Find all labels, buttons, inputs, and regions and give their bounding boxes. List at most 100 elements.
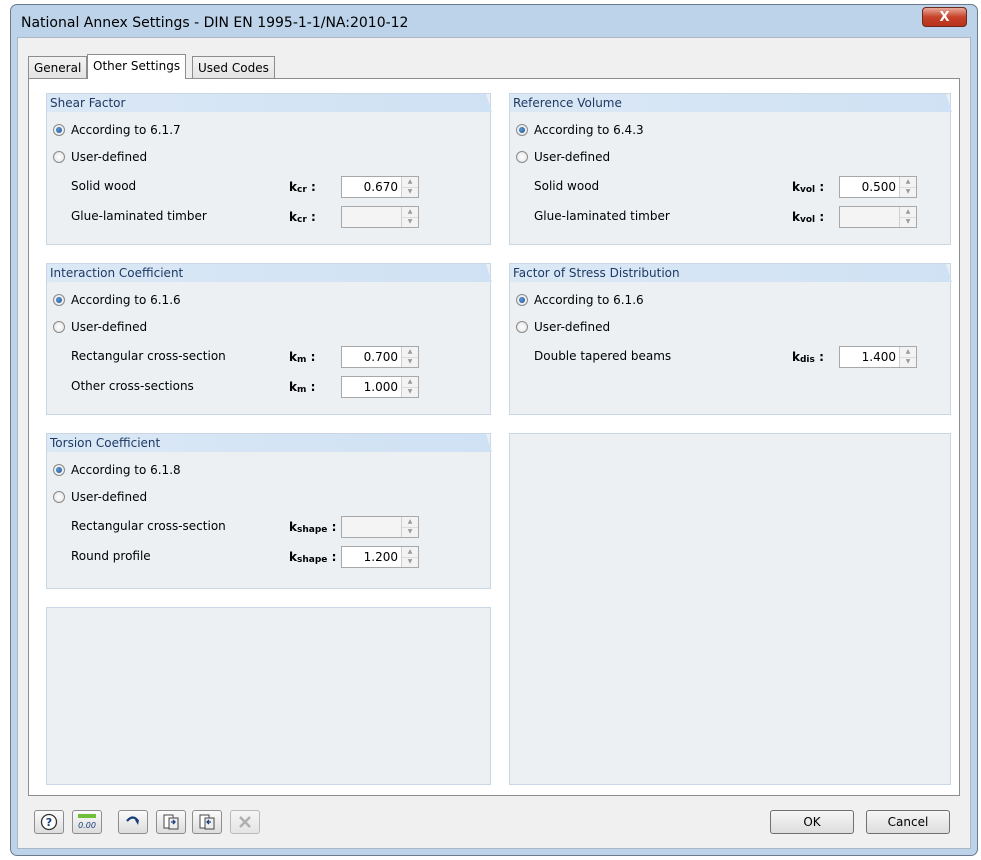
radio-label: According to 6.1.8: [71, 463, 181, 477]
radio-according-to[interactable]: According to 6.1.6: [53, 293, 181, 307]
svg-text:0.00: 0.00: [78, 821, 96, 830]
import-button[interactable]: [156, 810, 186, 834]
cancel-button[interactable]: Cancel: [866, 810, 950, 834]
delete-icon: [239, 816, 251, 828]
import-icon: [163, 814, 179, 830]
radio-label: According to 6.4.3: [534, 123, 644, 137]
group-torsion-coefficient: Torsion Coefficient According to 6.1.8 U…: [46, 433, 491, 589]
symbol-k-cr: kcr :: [289, 210, 316, 225]
stepper-value: 1.400: [861, 350, 896, 364]
param-label: Solid wood: [534, 179, 600, 193]
spin-down-icon[interactable]: ▼: [402, 187, 418, 197]
symbol-k-m: km :: [289, 380, 316, 395]
value-stepper[interactable]: 0.670 ▲ ▼: [341, 176, 419, 198]
empty-panel-left: [46, 607, 491, 785]
export-button[interactable]: [192, 810, 222, 834]
radio-user-defined[interactable]: User-defined: [516, 150, 610, 164]
spin-down-icon[interactable]: ▼: [402, 217, 418, 227]
group-shear-factor: Shear Factor According to 6.1.7 User-def…: [46, 93, 491, 245]
radio-label: According to 6.1.6: [71, 293, 181, 307]
value-stepper[interactable]: ▲ ▼: [341, 516, 419, 538]
spin-down-icon[interactable]: ▼: [900, 217, 916, 227]
radio-button-checked[interactable]: [53, 294, 65, 306]
value-stepper[interactable]: 1.200 ▲ ▼: [341, 546, 419, 568]
reset-defaults-button[interactable]: [118, 810, 148, 834]
symbol-k-dis: kdis :: [792, 350, 824, 365]
radio-user-defined[interactable]: User-defined: [516, 320, 610, 334]
dialog-window: National Annex Settings - DIN EN 1995-1-…: [10, 4, 978, 856]
param-label: Solid wood: [71, 179, 137, 193]
radio-button[interactable]: [53, 151, 65, 163]
tab-used-codes[interactable]: Used Codes: [192, 56, 275, 78]
radio-according-to[interactable]: According to 6.1.8: [53, 463, 181, 477]
spin-down-icon[interactable]: ▼: [402, 387, 418, 397]
ok-button[interactable]: OK: [770, 810, 854, 834]
radio-according-to[interactable]: According to 6.1.6: [516, 293, 644, 307]
value-stepper[interactable]: ▲ ▼: [341, 206, 419, 228]
tab-other-settings[interactable]: Other Settings: [87, 54, 187, 79]
radio-button-checked[interactable]: [53, 464, 65, 476]
spin-down-icon[interactable]: ▼: [900, 357, 916, 367]
radio-according-to[interactable]: According to 6.4.3: [516, 123, 644, 137]
symbol-k-m: km :: [289, 350, 316, 365]
group-title: Torsion Coefficient: [47, 434, 492, 452]
stepper-value: 1.000: [363, 380, 398, 394]
symbol-k-cr: kcr :: [289, 180, 316, 195]
param-label: Other cross-sections: [71, 379, 194, 393]
title-bar: National Annex Settings - DIN EN 1995-1-…: [11, 5, 977, 41]
group-reference-volume: Reference Volume According to 6.4.3 User…: [509, 93, 951, 245]
param-label: Rectangular cross-section: [71, 349, 226, 363]
radio-button[interactable]: [53, 321, 65, 333]
radio-label: User-defined: [534, 320, 611, 334]
symbol-k-vol: kvol :: [792, 180, 825, 195]
delete-button[interactable]: [230, 810, 260, 834]
value-stepper[interactable]: 1.000 ▲ ▼: [341, 376, 419, 398]
tab-general[interactable]: General: [28, 56, 88, 78]
stepper-value: 0.670: [363, 180, 398, 194]
value-stepper[interactable]: 0.700 ▲ ▼: [341, 346, 419, 368]
close-button[interactable]: X: [922, 7, 967, 27]
group-interaction-coefficient: Interaction Coefficient According to 6.1…: [46, 263, 491, 415]
param-label: Round profile: [71, 549, 151, 563]
dialog-client-area: General Other Settings Used Codes Shear …: [17, 37, 971, 849]
value-stepper[interactable]: 0.500 ▲ ▼: [839, 176, 917, 198]
units-button[interactable]: 0.00: [72, 810, 102, 834]
radio-button[interactable]: [516, 321, 528, 333]
reset-defaults-icon: [126, 816, 139, 825]
radio-user-defined[interactable]: User-defined: [53, 490, 147, 504]
window-title: National Annex Settings - DIN EN 1995-1-…: [21, 15, 409, 31]
stepper-value: 0.700: [363, 350, 398, 364]
group-stress-distribution: Factor of Stress Distribution According …: [509, 263, 951, 415]
param-label: Glue-laminated timber: [71, 209, 207, 223]
radio-button-checked[interactable]: [516, 294, 528, 306]
param-label: Rectangular cross-section: [71, 519, 226, 533]
help-button[interactable]: ?: [34, 810, 64, 834]
symbol-k-shape: kshape :: [289, 520, 337, 535]
radio-label: According to 6.1.6: [534, 293, 644, 307]
stepper-value: 1.200: [363, 550, 398, 564]
radio-label: User-defined: [71, 320, 148, 334]
spin-down-icon[interactable]: ▼: [402, 527, 418, 537]
stepper-value: 0.500: [861, 180, 896, 194]
radio-user-defined[interactable]: User-defined: [53, 320, 147, 334]
help-icon: ?: [40, 813, 58, 831]
param-label: Glue-laminated timber: [534, 209, 670, 223]
radio-user-defined[interactable]: User-defined: [53, 150, 147, 164]
radio-button[interactable]: [53, 491, 65, 503]
radio-button-checked[interactable]: [516, 124, 528, 136]
radio-according-to[interactable]: According to 6.1.7: [53, 123, 181, 137]
value-stepper[interactable]: 1.400 ▲ ▼: [839, 346, 917, 368]
spin-down-icon[interactable]: ▼: [402, 557, 418, 567]
param-label: Double tapered beams: [534, 349, 672, 363]
radio-button[interactable]: [516, 151, 528, 163]
radio-label: According to 6.1.7: [71, 123, 181, 137]
spin-down-icon[interactable]: ▼: [900, 187, 916, 197]
svg-text:?: ?: [46, 816, 52, 829]
group-title: Shear Factor: [47, 94, 492, 112]
radio-label: User-defined: [71, 150, 148, 164]
spin-down-icon[interactable]: ▼: [402, 357, 418, 367]
radio-button-checked[interactable]: [53, 124, 65, 136]
group-title: Reference Volume: [510, 94, 952, 112]
export-icon: [199, 814, 215, 830]
value-stepper[interactable]: ▲ ▼: [839, 206, 917, 228]
